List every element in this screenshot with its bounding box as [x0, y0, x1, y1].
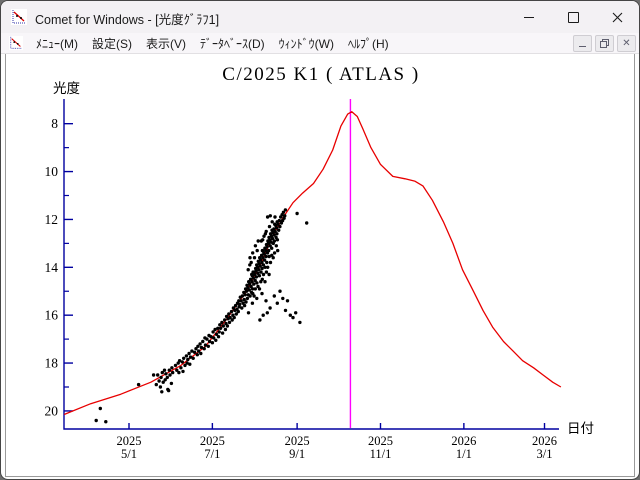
- svg-text:2025: 2025: [368, 434, 393, 448]
- svg-text:2026: 2026: [532, 434, 557, 448]
- menu-item-help[interactable]: ﾍﾙﾌﾟ(H): [341, 33, 396, 54]
- svg-text:5/1: 5/1: [121, 447, 137, 461]
- mdi-close-button[interactable]: ✕: [617, 35, 636, 52]
- maximize-icon: [568, 12, 579, 23]
- svg-text:11/1: 11/1: [370, 447, 392, 461]
- svg-text:7/1: 7/1: [204, 447, 220, 461]
- app-window: C/2025 K1 ( ATLAS )810121416182020255/12…: [0, 0, 640, 480]
- window-title: Comet for Windows - [光度ｸﾞﾗﾌ1]: [35, 9, 219, 28]
- svg-text:16: 16: [45, 308, 59, 323]
- svg-text:8: 8: [51, 116, 58, 131]
- x-axis-label: 日付: [567, 421, 594, 436]
- minimize-button[interactable]: [507, 1, 551, 33]
- svg-text:18: 18: [45, 356, 59, 371]
- y-axis-ticks: 8 10 12 14 16 18 20: [45, 116, 74, 418]
- close-button[interactable]: [595, 1, 639, 33]
- svg-text:3/1: 3/1: [537, 447, 553, 461]
- menu-item-menu[interactable]: ﾒﾆｭｰ(M): [29, 33, 85, 54]
- light-curve: [64, 112, 561, 415]
- svg-text:12: 12: [45, 212, 59, 227]
- minimize-icon: [524, 17, 534, 18]
- maximize-button[interactable]: [551, 1, 595, 33]
- svg-text:1/1: 1/1: [456, 447, 472, 461]
- svg-text:20: 20: [45, 403, 59, 418]
- y-axis-label: 光度: [53, 81, 80, 96]
- menu-item-view[interactable]: 表示(V): [139, 33, 193, 54]
- mdi-restore-icon: [600, 39, 609, 48]
- mdi-minimize-icon: [579, 46, 586, 47]
- axes: [64, 99, 559, 429]
- svg-text:10: 10: [45, 164, 59, 179]
- menu-item-window[interactable]: ｳｨﾝﾄﾞｳ(W): [272, 33, 341, 54]
- comet-graph-app-icon: [11, 9, 27, 25]
- observation-points: [95, 208, 309, 423]
- svg-text:14: 14: [45, 260, 59, 275]
- svg-text:2025: 2025: [285, 434, 310, 448]
- svg-text:2025: 2025: [117, 434, 142, 448]
- mdi-close-icon: ✕: [622, 39, 630, 49]
- titlebar: Comet for Windows - [光度ｸﾞﾗﾌ1]: [1, 1, 639, 33]
- mdi-minimize-button[interactable]: [573, 35, 592, 52]
- mdi-window-controls: ✕: [573, 35, 636, 52]
- svg-text:9/1: 9/1: [289, 447, 305, 461]
- chart-title: C/2025 K1 ( ATLAS ): [222, 64, 419, 85]
- mdi-restore-button[interactable]: [595, 35, 614, 52]
- menubar: ﾒﾆｭｰ(M) 設定(S) 表示(V) ﾃﾞｰﾀﾍﾞｰｽ(D) ｳｨﾝﾄﾞｳ(W…: [1, 33, 639, 54]
- menu-item-settings[interactable]: 設定(S): [85, 33, 139, 54]
- child-window-system-icon[interactable]: [9, 36, 23, 50]
- svg-text:2025: 2025: [200, 434, 225, 448]
- close-icon: [612, 12, 623, 23]
- svg-text:2026: 2026: [451, 434, 476, 448]
- menu-item-database[interactable]: ﾃﾞｰﾀﾍﾞｰｽ(D): [193, 33, 272, 54]
- magnitude-chart: C/2025 K1 ( ATLAS )810121416182020255/12…: [1, 1, 639, 479]
